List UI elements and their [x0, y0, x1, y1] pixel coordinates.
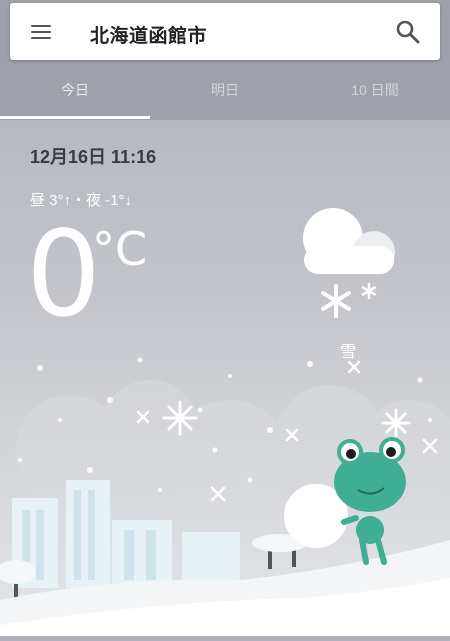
location-query[interactable]: 北海道函館市 [90, 21, 207, 48]
search-icon[interactable] [394, 18, 422, 46]
tab-today[interactable]: 今日 [0, 62, 150, 118]
app-header: 北海道函館市 今日 明日 10 日間 [0, 0, 450, 120]
tab-tomorrow[interactable]: 明日 [150, 62, 300, 118]
current-temperature: 0 [26, 205, 102, 343]
menu-icon[interactable] [28, 19, 54, 45]
temperature-unit: °C [92, 222, 148, 276]
date-time: 12月16日 11:16 [30, 147, 157, 167]
snow-cloud-icon [296, 204, 406, 324]
search-bar[interactable]: 北海道函館市 [10, 3, 440, 60]
tab-10-days[interactable]: 10 日間 [300, 62, 450, 118]
tab-indicator [0, 116, 150, 119]
day-tabs: 今日 明日 10 日間 [0, 62, 450, 118]
weather-illustration [0, 340, 450, 636]
